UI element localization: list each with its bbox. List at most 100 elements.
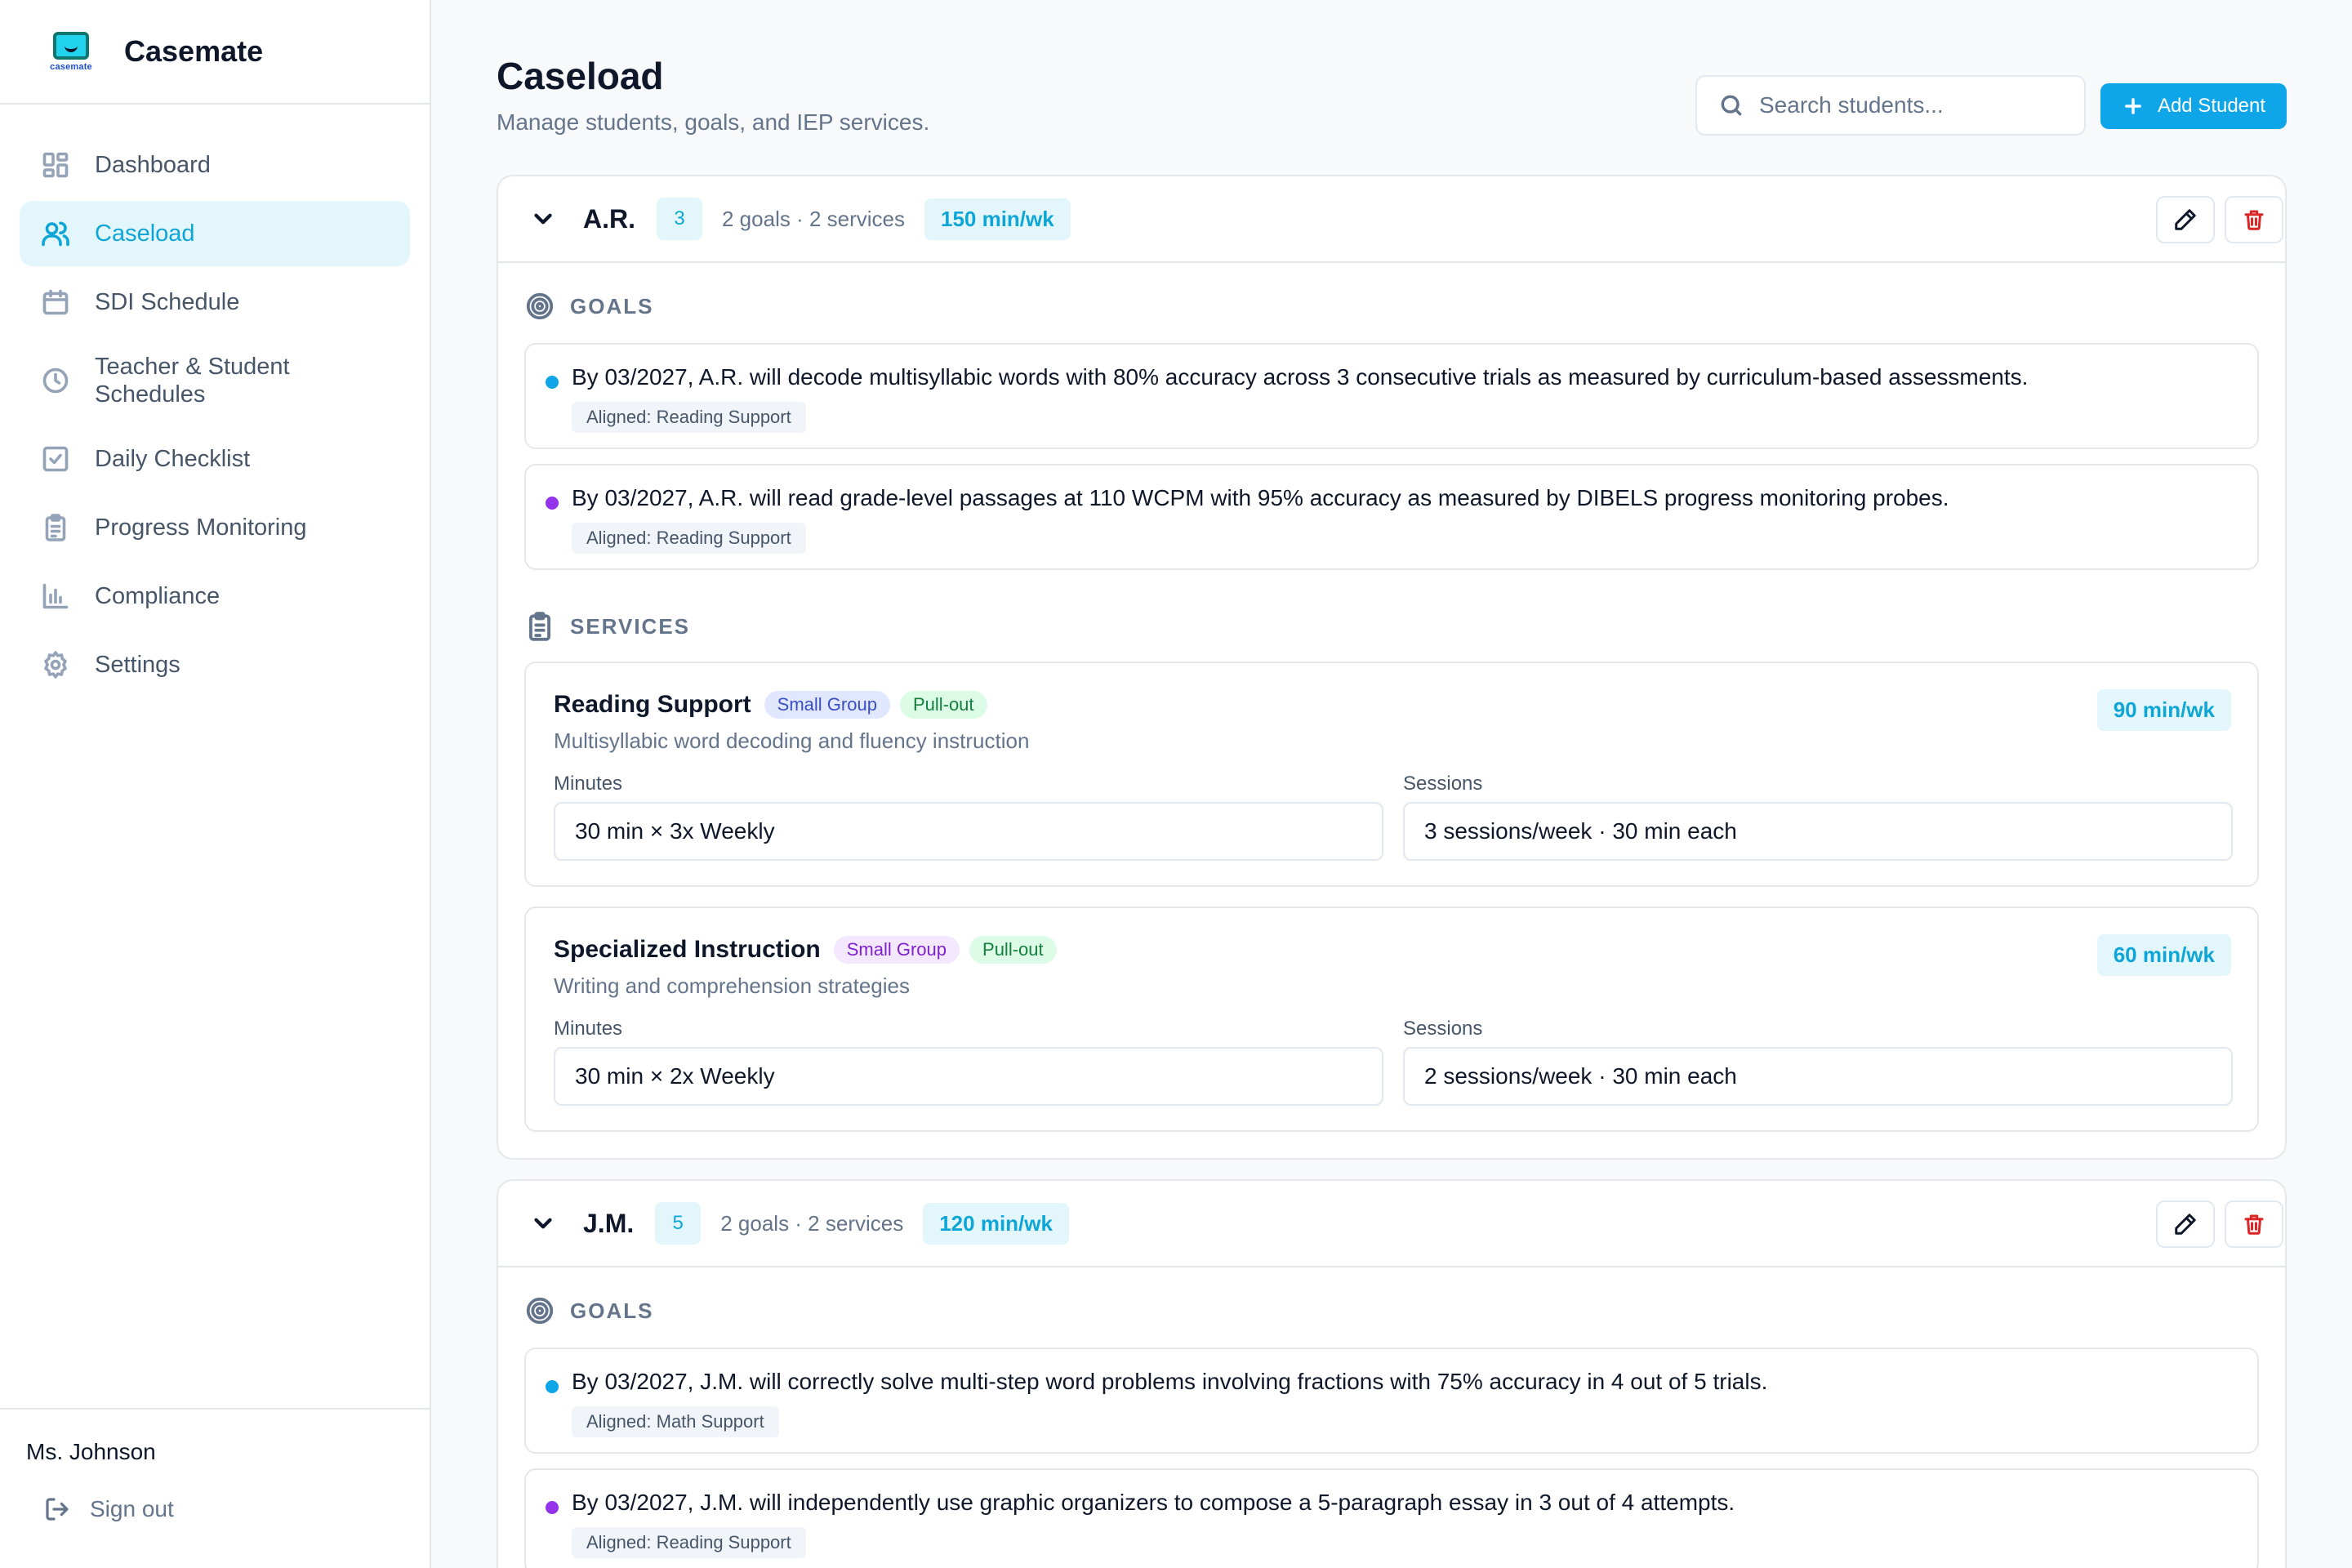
delete-button[interactable] xyxy=(2225,1200,2283,1248)
sidebar-nav: Dashboard Caseload SDI Schedule Teacher … xyxy=(0,105,430,697)
edit-button[interactable] xyxy=(2156,1200,2215,1248)
sessions-label: Sessions xyxy=(1403,1018,1483,1040)
sidebar-item-label: SDI Schedule xyxy=(95,288,240,315)
goals-heading: GOALS xyxy=(524,1295,653,1326)
service-card: Specialized Instruction Small Group Pull… xyxy=(524,906,2259,1132)
chevron-down-icon[interactable] xyxy=(529,205,557,233)
search-box xyxy=(1695,75,2086,136)
service-title-row: Specialized Instruction Small Group Pull… xyxy=(554,936,1067,964)
sidebar-item-label: Progress Monitoring xyxy=(95,514,307,541)
minutes-field[interactable]: 30 min × 3x Weekly xyxy=(554,802,1383,861)
target-icon xyxy=(526,292,554,320)
calendar-icon xyxy=(39,286,72,318)
sign-out-button[interactable]: Sign out xyxy=(44,1496,403,1522)
sidebar-item-label: Compliance xyxy=(95,582,220,609)
aligned-tag: Aligned: Reading Support xyxy=(572,1527,806,1558)
grid-icon xyxy=(39,149,72,181)
sidebar-item-dashboard[interactable]: Dashboard xyxy=(20,132,410,198)
goal-item: By 03/2027, J.M. will independently use … xyxy=(524,1468,2259,1568)
main-content: Caseload Manage students, goals, and IEP… xyxy=(431,0,2352,1568)
sidebar-item-label: Dashboard xyxy=(95,151,211,178)
goal-dot xyxy=(546,1501,559,1514)
service-description: Multisyllabic word decoding and fluency … xyxy=(554,728,1030,753)
app-name: Casemate xyxy=(124,34,264,68)
goal-dot xyxy=(546,497,559,510)
user-name: Ms. Johnson xyxy=(26,1439,156,1464)
chevron-down-icon[interactable] xyxy=(529,1209,557,1237)
edit-button[interactable] xyxy=(2156,196,2215,243)
goal-text: By 03/2027, J.M. will correctly solve mu… xyxy=(572,1369,1768,1394)
goal-text: By 03/2027, A.R. will decode multisyllab… xyxy=(572,364,2029,390)
service-minutes-badge: 60 min/wk xyxy=(2096,934,2231,976)
search-input[interactable] xyxy=(1759,92,2053,118)
casemate-logo-icon: casemate xyxy=(42,23,100,80)
student-name: J.M. xyxy=(583,1208,635,1238)
delete-button[interactable] xyxy=(2225,196,2283,243)
service-tag-setting: Pull-out xyxy=(969,936,1057,964)
student-counts: 2 goals · 2 services xyxy=(720,1210,904,1236)
sidebar-item-settings[interactable]: Settings xyxy=(20,632,410,697)
sidebar-item-daily-checklist[interactable]: Daily Checklist xyxy=(20,426,410,492)
clipboard-icon xyxy=(39,511,72,544)
goal-text: By 03/2027, A.R. will read grade-level p… xyxy=(572,485,1949,510)
sidebar-item-label: Caseload xyxy=(95,220,195,247)
goal-item: By 03/2027, J.M. will correctly solve mu… xyxy=(524,1348,2259,1454)
target-icon xyxy=(526,1297,554,1325)
student-card-header: A.R. 3 2 goals · 2 services 150 min/wk xyxy=(498,176,2285,263)
service-description: Writing and comprehension strategies xyxy=(554,973,910,998)
goal-text: By 03/2027, J.M. will independently use … xyxy=(572,1490,1735,1515)
service-title-row: Reading Support Small Group Pull-out xyxy=(554,691,997,719)
sidebar-item-caseload[interactable]: Caseload xyxy=(20,201,410,266)
sessions-field[interactable]: 2 sessions/week · 30 min each xyxy=(1403,1047,2233,1106)
sidebar-footer: Ms. Johnson Sign out xyxy=(0,1408,430,1568)
goal-item: By 03/2027, A.R. will read grade-level p… xyxy=(524,464,2259,570)
pencil-icon xyxy=(2175,209,2196,230)
goal-dot xyxy=(546,1380,559,1393)
service-name: Reading Support xyxy=(554,691,751,718)
sidebar-item-label: Settings xyxy=(95,651,180,678)
search-icon xyxy=(1721,95,1742,116)
trash-icon xyxy=(2244,210,2264,230)
trash-icon xyxy=(2244,1214,2264,1235)
sidebar-item-teacher-student-schedules[interactable]: Teacher & Student Schedules xyxy=(20,338,410,423)
student-card: A.R. 3 2 goals · 2 services 150 min/wk G… xyxy=(497,175,2287,1160)
sign-out-icon xyxy=(46,1498,69,1521)
student-name: A.R. xyxy=(583,203,635,234)
service-name: Specialized Instruction xyxy=(554,936,821,963)
aligned-tag: Aligned: Reading Support xyxy=(572,402,806,433)
sidebar-item-label: Daily Checklist xyxy=(95,445,251,472)
student-card: J.M. 5 2 goals · 2 services 120 min/wk G… xyxy=(497,1179,2287,1568)
plus-icon xyxy=(2125,98,2141,114)
clipboard-icon xyxy=(529,612,550,641)
grade-badge: 5 xyxy=(655,1202,702,1245)
sessions-label: Sessions xyxy=(1403,773,1483,795)
sidebar-item-sdi-schedule[interactable]: SDI Schedule xyxy=(20,270,410,335)
minutes-field[interactable]: 30 min × 2x Weekly xyxy=(554,1047,1383,1106)
grade-badge: 3 xyxy=(657,198,702,240)
minutes-badge: 150 min/wk xyxy=(924,198,1071,240)
sessions-field[interactable]: 3 sessions/week · 30 min each xyxy=(1403,802,2233,861)
student-counts: 2 goals · 2 services xyxy=(722,206,905,231)
clock-icon xyxy=(39,364,72,397)
sidebar-item-compliance[interactable]: Compliance xyxy=(20,564,410,629)
aligned-tag: Aligned: Math Support xyxy=(572,1406,779,1437)
sidebar-item-progress-monitoring[interactable]: Progress Monitoring xyxy=(20,495,410,560)
pencil-icon xyxy=(2175,1214,2196,1235)
page-title: Caseload xyxy=(497,55,664,97)
service-tag-group: Small Group xyxy=(833,936,960,964)
sidebar-item-label: Teacher & Student Schedules xyxy=(95,354,290,408)
page-subtitle: Manage students, goals, and IEP services… xyxy=(497,109,930,135)
goal-item: By 03/2027, A.R. will decode multisyllab… xyxy=(524,343,2259,449)
service-minutes-badge: 90 min/wk xyxy=(2096,689,2231,731)
student-card-header: J.M. 5 2 goals · 2 services 120 min/wk xyxy=(498,1181,2285,1267)
bar-chart-icon xyxy=(39,580,72,612)
add-student-button[interactable]: Add Student xyxy=(2100,83,2287,129)
minutes-label: Minutes xyxy=(554,773,623,795)
services-heading: SERVICES xyxy=(524,611,690,642)
brand: casemate Casemate xyxy=(0,0,430,105)
goal-dot xyxy=(546,376,559,389)
sidebar: casemate Casemate Dashboard Caseload SDI… xyxy=(0,0,431,1568)
add-student-label: Add Student xyxy=(2157,95,2266,117)
service-card: Reading Support Small Group Pull-out Mul… xyxy=(524,662,2259,887)
goals-heading: GOALS xyxy=(524,291,653,322)
